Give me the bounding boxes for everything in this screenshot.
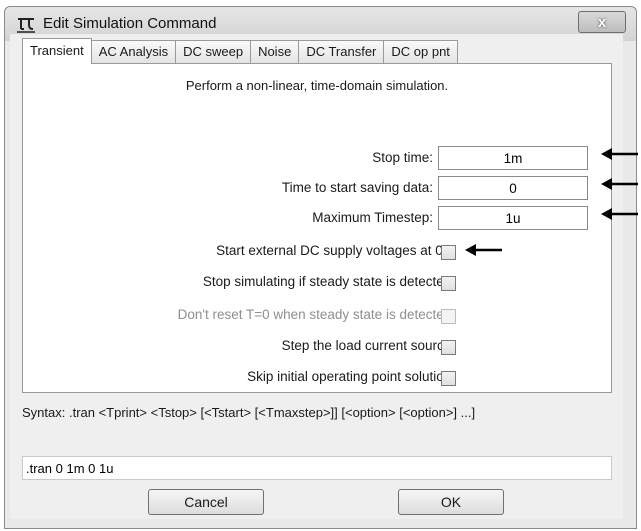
option-label-steady-state: Stop simulating if steady state is detec… — [202, 274, 455, 289]
ok-button[interactable]: OK — [398, 489, 504, 515]
command-line-input[interactable] — [22, 456, 612, 480]
arrow-left-icon — [465, 244, 502, 256]
max-timestep-input[interactable] — [438, 206, 588, 230]
max-timestep-label: Maximum Timestep: — [312, 210, 433, 225]
arrow-left-icon — [601, 148, 638, 160]
no-reset-t0-checkbox — [441, 309, 456, 324]
cancel-button[interactable]: Cancel — [148, 489, 264, 515]
tab-transient[interactable]: Transient — [22, 38, 92, 64]
tab-noise[interactable]: Noise — [250, 40, 300, 64]
steady-state-checkbox[interactable] — [441, 276, 456, 291]
tab-dc-sweep[interactable]: DC sweep — [175, 40, 252, 64]
syntax-help-text: Syntax: .tran <Tprint> <Tstop> [<Tstart>… — [22, 405, 476, 420]
skip-op-checkbox[interactable] — [441, 371, 456, 386]
arrow-left-icon — [601, 208, 638, 220]
option-label-step-load: Step the load current source: — [281, 338, 455, 353]
tab-dc-op-pnt[interactable]: DC op pnt — [383, 40, 458, 64]
dc-supply-0v-checkbox[interactable] — [441, 245, 456, 260]
stop-time-label: Stop time: — [372, 150, 433, 165]
tab-ac-analysis[interactable]: AC Analysis — [90, 40, 177, 64]
step-load-checkbox[interactable] — [441, 340, 456, 355]
option-label-no-reset-t0: Don't reset T=0 when steady state is det… — [177, 307, 455, 322]
start-saving-input[interactable] — [438, 176, 588, 200]
tab-strip: Transient AC Analysis DC sweep Noise DC … — [22, 38, 458, 64]
dialog-title: Edit Simulation Command — [43, 15, 217, 32]
transient-panel: Perform a non-linear, time-domain simula… — [22, 63, 612, 393]
close-icon: x — [597, 13, 607, 31]
option-label-skip-op: Skip initial operating point solution: — [247, 369, 455, 384]
stop-time-input[interactable] — [438, 146, 588, 170]
tab-dc-transfer[interactable]: DC Transfer — [298, 40, 385, 64]
ltspice-logo-icon — [17, 18, 35, 33]
panel-description: Perform a non-linear, time-domain simula… — [185, 78, 449, 93]
close-button[interactable]: x — [578, 11, 626, 33]
start-saving-label: Time to start saving data: — [281, 180, 433, 195]
arrow-left-icon — [601, 178, 638, 190]
option-label-dc-supply-0v: Start external DC supply voltages at 0V: — [216, 243, 455, 258]
dialog-window: Edit Simulation Command x Transient AC A… — [0, 0, 641, 531]
